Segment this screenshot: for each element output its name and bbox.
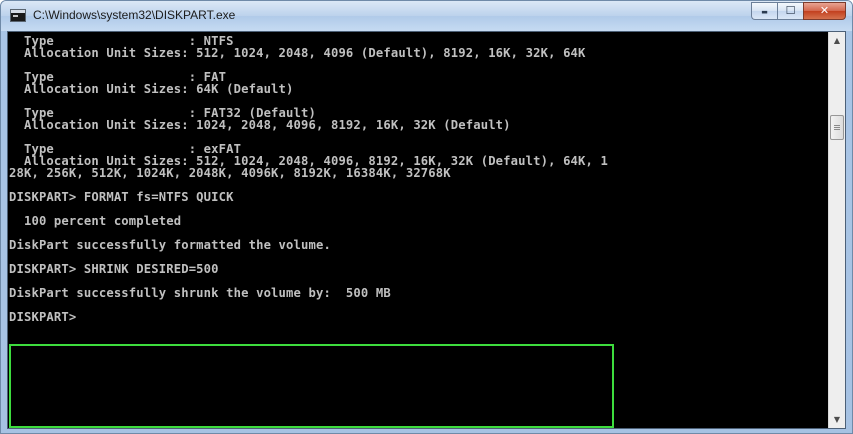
highlight-box xyxy=(9,344,614,428)
scroll-thumb[interactable] xyxy=(830,115,844,140)
title-bar[interactable]: C:\Windows\system32\DISKPART.exe ▬ ☐ ✕ xyxy=(1,1,852,31)
console-line: 28K, 256K, 512K, 1024K, 2048K, 4096K, 81… xyxy=(9,166,451,180)
close-icon: ✕ xyxy=(819,4,830,17)
window-title: C:\Windows\system32\DISKPART.exe xyxy=(33,8,236,22)
console-line: DISKPART> SHRINK DESIRED=500 xyxy=(9,262,219,276)
console-client-area: Type : NTFS Allocation Unit Sizes: 512, … xyxy=(7,31,846,429)
scroll-down-button[interactable]: ▼ xyxy=(829,411,845,428)
console-line: 100 percent completed xyxy=(9,214,182,228)
thumb-grip-icon xyxy=(834,125,840,126)
minimize-icon: ▬ xyxy=(761,8,768,16)
minimize-button[interactable]: ▬ xyxy=(751,2,777,20)
console-line: DISKPART> xyxy=(9,310,84,324)
maximize-button[interactable]: ☐ xyxy=(777,2,803,20)
vertical-scrollbar[interactable]: ▲ ▼ xyxy=(828,32,845,428)
console-line: Allocation Unit Sizes: 64K (Default) xyxy=(9,82,294,96)
scroll-up-button[interactable]: ▲ xyxy=(829,32,845,49)
thumb-grip-icon xyxy=(834,127,840,128)
console-line: DiskPart successfully formatted the volu… xyxy=(9,238,331,252)
chevron-up-icon: ▲ xyxy=(833,36,841,45)
thumb-grip-icon xyxy=(834,129,840,130)
console-line: Allocation Unit Sizes: 512, 1024, 2048, … xyxy=(9,46,586,60)
console-app-icon[interactable] xyxy=(10,9,26,22)
diskpart-window: C:\Windows\system32\DISKPART.exe ▬ ☐ ✕ T… xyxy=(0,0,853,434)
maximize-icon: ☐ xyxy=(785,4,796,17)
console-line: DiskPart successfully shrunk the volume … xyxy=(9,286,391,300)
console-line: DISKPART> FORMAT fs=NTFS QUICK xyxy=(9,190,234,204)
caption-buttons: ▬ ☐ ✕ xyxy=(751,2,846,21)
console-line: Allocation Unit Sizes: 1024, 2048, 4096,… xyxy=(9,118,511,132)
close-button[interactable]: ✕ xyxy=(803,2,846,20)
chevron-down-icon: ▼ xyxy=(833,415,841,424)
